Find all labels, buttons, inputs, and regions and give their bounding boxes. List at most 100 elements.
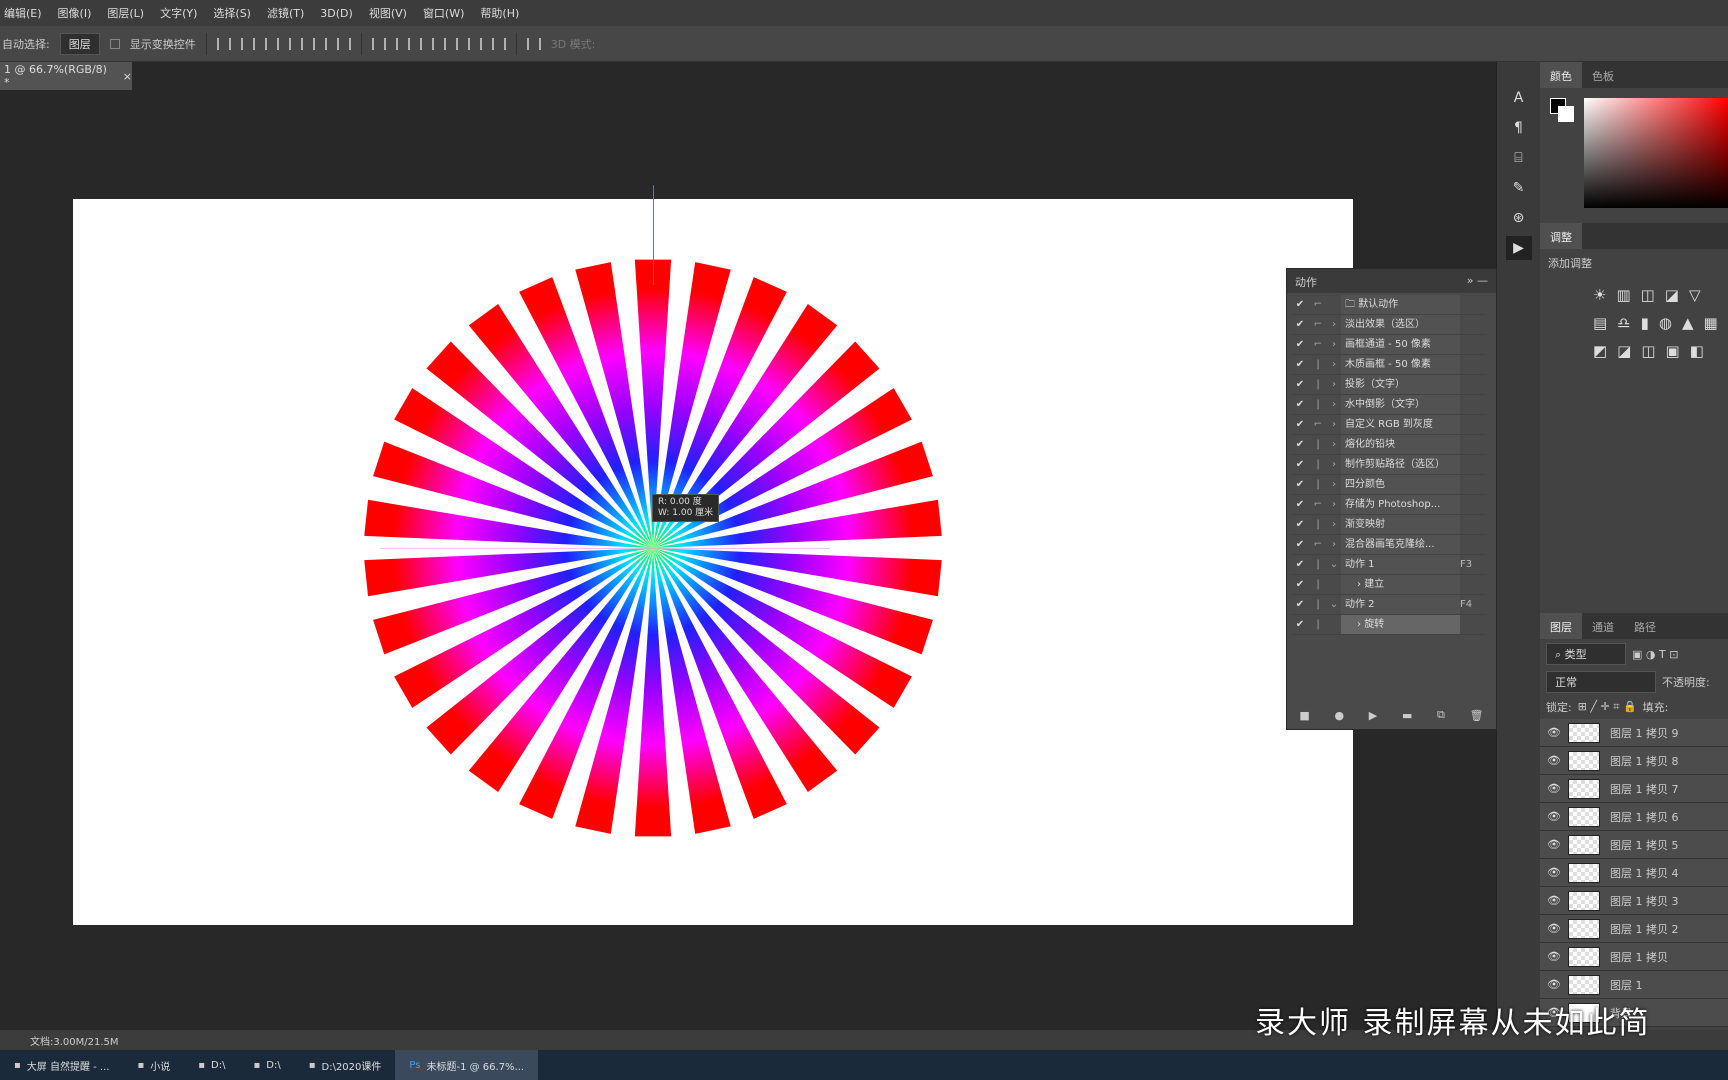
dialog-toggle-icon[interactable]: | [1309,559,1327,570]
tab-layers[interactable]: 图层 [1540,613,1582,639]
check-icon[interactable]: ✔ [1291,599,1309,610]
chevron-right-icon[interactable]: › [1327,459,1341,470]
background-color-swatch[interactable] [1558,106,1574,122]
distribute-icon[interactable] [443,37,458,50]
document-tab[interactable]: 1 @ 66.7%(RGB/8) * × [0,62,132,90]
menu-item[interactable]: 视图(V) [369,5,407,21]
menu-item[interactable]: 编辑(E) [4,5,42,21]
visibility-eye-icon[interactable]: 👁 [1540,754,1568,767]
dialog-toggle-icon[interactable]: ⌐ [1309,319,1327,330]
color-picker-field[interactable] [1584,98,1728,208]
dialog-toggle-icon[interactable]: | [1309,459,1327,470]
visibility-eye-icon[interactable]: 👁 [1540,978,1568,991]
visibility-eye-icon[interactable]: 👁 [1540,950,1568,963]
check-icon[interactable]: ✔ [1291,379,1309,390]
dialog-toggle-icon[interactable]: | [1309,399,1327,410]
check-icon[interactable]: ✔ [1291,319,1309,330]
align-icon[interactable] [336,37,351,50]
action-row[interactable]: ✔ ⌐ › 混合器画笔克隆绘... [1291,535,1486,555]
menu-item[interactable]: 窗口(W) [423,5,464,21]
distribute-icon[interactable] [395,37,410,50]
dialog-toggle-icon[interactable]: | [1309,599,1327,610]
chevron-right-icon[interactable]: › [1327,379,1341,390]
menu-item[interactable]: 选择(S) [213,5,251,21]
check-icon[interactable]: ✔ [1291,419,1309,430]
chevron-right-icon[interactable]: › [1327,399,1341,410]
taskbar-item[interactable]: Ps 未标题-1 @ 66.7%... [395,1050,539,1080]
visibility-eye-icon[interactable]: 👁 [1540,726,1568,739]
chevron-right-icon[interactable]: › [1327,419,1341,430]
stop-icon[interactable]: ■ [1299,709,1309,722]
check-icon[interactable]: ✔ [1291,579,1309,590]
check-icon[interactable]: ✔ [1291,299,1309,310]
canvas[interactable] [73,199,1353,925]
filter-icons[interactable]: ▣ ◑ T ⊡ [1632,648,1678,661]
check-icon[interactable]: ✔ [1291,619,1309,630]
blend-mode-dropdown[interactable]: 正常 [1546,671,1656,693]
visibility-eye-icon[interactable]: 👁 [1540,894,1568,907]
distribute-icon[interactable] [419,37,434,50]
chevron-right-icon[interactable]: › [1327,439,1341,450]
dialog-toggle-icon[interactable]: | [1309,579,1327,590]
distribute-icon[interactable] [491,37,506,50]
dialog-toggle-icon[interactable]: | [1309,439,1327,450]
action-row[interactable]: ✔ | › 旋转 [1291,615,1486,635]
align-icon[interactable] [216,37,231,50]
distribute-icon[interactable] [371,37,386,50]
action-row[interactable]: ✔ | › 四分颜色 [1291,475,1486,495]
visibility-eye-icon[interactable]: 👁 [1540,866,1568,879]
chevron-down-icon[interactable]: ⌄ [1327,559,1341,570]
new-action-icon[interactable]: ⧉ [1437,708,1445,722]
play-icon[interactable]: ▶ [1369,709,1377,722]
new-set-icon[interactable]: ▬ [1402,709,1412,722]
dialog-toggle-icon[interactable]: ⌐ [1309,419,1327,430]
layer-row[interactable]: 👁 图层 1 拷贝 5 [1540,831,1728,859]
layer-row[interactable]: 👁 图层 1 拷贝 8 [1540,747,1728,775]
menu-item[interactable]: 滤镜(T) [267,5,304,21]
taskbar-item[interactable]: ▪ D:\ [184,1050,239,1080]
actions-panel-title[interactable]: 动作 [1295,274,1317,289]
tab-color[interactable]: 颜色 [1540,62,1582,88]
check-icon[interactable]: ✔ [1291,339,1309,350]
dialog-toggle-icon[interactable]: | [1309,479,1327,490]
record-icon[interactable]: ● [1334,709,1344,722]
action-row[interactable]: ✔ ⌐ › 存储为 Photoshop... [1291,495,1486,515]
action-row[interactable]: ✔ | › 熔化的铅块 [1291,435,1486,455]
clone-source-icon[interactable]: ⊛ [1506,206,1532,230]
visibility-eye-icon[interactable]: 👁 [1540,810,1568,823]
tab-paths[interactable]: 路径 [1624,613,1666,639]
adjustment-icons[interactable]: ☀▥◫◪▽ ▤♎▮◍▲▦ ◩◪◫▣◧ [1548,271,1720,365]
brush-settings-icon[interactable]: ⌸ [1506,146,1532,170]
tab-swatches[interactable]: 色板 [1582,62,1624,88]
dialog-toggle-icon[interactable]: | [1309,619,1327,630]
align-icon[interactable] [240,37,255,50]
action-row[interactable]: ✔ | › 渐变映射 [1291,515,1486,535]
layer-row[interactable]: 👁 图层 1 拷贝 7 [1540,775,1728,803]
visibility-eye-icon[interactable]: 👁 [1540,782,1568,795]
tab-adjustments[interactable]: 调整 [1540,223,1582,249]
dialog-toggle-icon[interactable]: ⌐ [1309,299,1327,310]
character-icon[interactable]: A [1506,86,1532,110]
layer-row[interactable]: 👁 图层 1 [1540,971,1728,999]
tab-channels[interactable]: 通道 [1582,613,1624,639]
action-row[interactable]: ✔ ⌐ 🗀 默认动作 [1291,295,1486,315]
action-row[interactable]: ✔ ⌐ › 画框通道 - 50 像素 [1291,335,1486,355]
align-icon[interactable] [264,37,279,50]
align-icon[interactable] [312,37,327,50]
taskbar-item[interactable]: ▪ D:\ [239,1050,294,1080]
check-icon[interactable]: ✔ [1291,479,1309,490]
action-row[interactable]: ✔ | › 制作剪贴路径（选区） [1291,455,1486,475]
check-icon[interactable]: ✔ [1291,519,1309,530]
chevron-right-icon[interactable]: › [1327,499,1341,510]
taskbar-item[interactable]: ▪ D:\2020课件 [295,1050,396,1080]
chevron-right-icon[interactable]: › [1327,519,1341,530]
chevron-right-icon[interactable]: › [1327,339,1341,350]
menu-item[interactable]: 文字(Y) [160,5,197,21]
action-row[interactable]: ✔ | › 投影（文字） [1291,375,1486,395]
chevron-right-icon[interactable]: › [1327,539,1341,550]
dialog-toggle-icon[interactable]: ⌐ [1309,339,1327,350]
layer-row[interactable]: 👁 图层 1 拷贝 9 [1540,719,1728,747]
taskbar-item[interactable]: ▪ 大屏 自然提醒 - ... [0,1050,123,1080]
layer-row[interactable]: 👁 图层 1 拷贝 6 [1540,803,1728,831]
check-icon[interactable]: ✔ [1291,459,1309,470]
